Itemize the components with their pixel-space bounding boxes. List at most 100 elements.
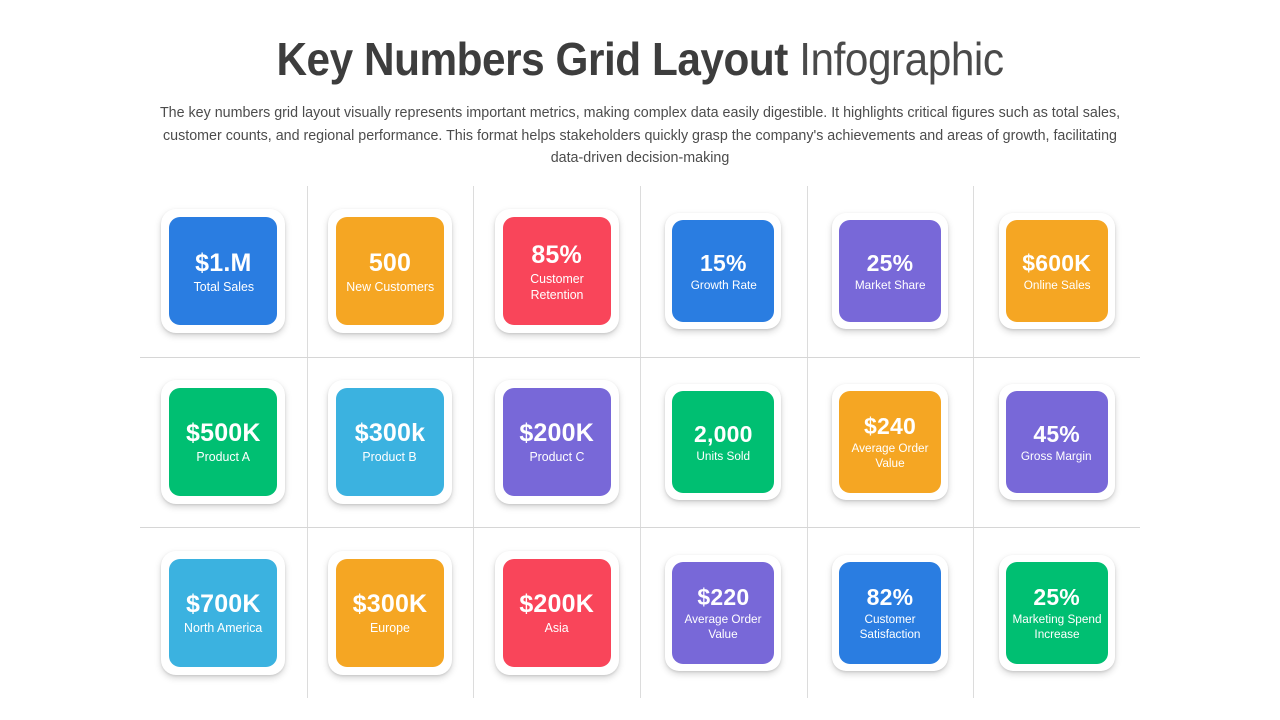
grid-horizontal-divider <box>140 527 1140 528</box>
metric-label: Customer Satisfaction <box>845 612 934 642</box>
grid-cell: 15%Growth Rate <box>640 186 807 357</box>
grid-cell: $220Average Order Value <box>640 527 807 698</box>
metric-label: Europe <box>370 620 410 636</box>
grid-cell: $700KNorth America <box>140 527 307 698</box>
metric-card-body: $300KEurope <box>336 559 444 667</box>
grid-cell: $300KEurope <box>307 527 474 698</box>
metric-value: 82% <box>867 583 914 611</box>
grid-cell: 500New Customers <box>307 186 474 357</box>
metric-card-body: $300kProduct B <box>336 388 444 496</box>
metric-card[interactable]: $220Average Order Value <box>665 555 781 671</box>
metric-card[interactable]: 82%Customer Satisfaction <box>832 555 948 671</box>
metric-card[interactable]: $300KEurope <box>328 551 452 675</box>
metric-card-body: $240Average Order Value <box>839 391 941 493</box>
grid-vertical-divider <box>473 186 474 698</box>
metric-card[interactable]: $700KNorth America <box>161 551 285 675</box>
metric-value: 500 <box>369 248 411 278</box>
grid-cell: $240Average Order Value <box>807 357 974 528</box>
metric-card[interactable]: $200KAsia <box>495 551 619 675</box>
metric-label: Growth Rate <box>690 278 756 293</box>
slide-header: Key Numbers Grid Layout Infographic The … <box>0 28 1280 170</box>
metric-label: Customer Retention <box>509 271 604 303</box>
grid-cell: 25%Marketing Spend Increase <box>973 527 1140 698</box>
metric-card-body: 85%Customer Retention <box>503 217 611 325</box>
metric-label: Product B <box>363 449 417 465</box>
metric-card[interactable]: 15%Growth Rate <box>665 213 781 329</box>
page-subtitle: The key numbers grid layout visually rep… <box>149 102 1130 170</box>
metric-card-body: 25%Market Share <box>839 220 941 322</box>
metric-card[interactable]: $200KProduct C <box>495 380 619 504</box>
metric-card-body: $700KNorth America <box>169 559 277 667</box>
metric-value: $1.M <box>195 248 251 278</box>
metric-value: $300K <box>353 589 428 619</box>
grid-vertical-divider <box>640 186 641 698</box>
grid-cell: 25%Market Share <box>807 186 974 357</box>
metric-card-body: $1.MTotal Sales <box>169 217 277 325</box>
metric-card-body: 82%Customer Satisfaction <box>839 562 941 664</box>
grid-vertical-divider <box>307 186 308 698</box>
page-title-light: Infographic <box>799 33 1003 85</box>
metric-card[interactable]: 85%Customer Retention <box>495 209 619 333</box>
metric-value: 15% <box>700 249 747 277</box>
metric-label: Online Sales <box>1023 278 1090 293</box>
metric-label: Product C <box>529 449 584 465</box>
metric-label: Product A <box>197 449 251 465</box>
metric-card-body: $200KAsia <box>503 559 611 667</box>
metric-label: New Customers <box>346 279 434 295</box>
metric-label: Gross Margin <box>1021 449 1092 464</box>
grid-horizontal-divider <box>140 357 1140 358</box>
metrics-grid-area: $1.MTotal Sales500New Customers85%Custom… <box>140 186 1140 698</box>
metric-card-body: 15%Growth Rate <box>672 220 774 322</box>
metric-value: $700K <box>186 589 261 619</box>
grid-vertical-divider <box>807 186 808 698</box>
grid-cell: $200KAsia <box>473 527 640 698</box>
metric-card[interactable]: 25%Marketing Spend Increase <box>999 555 1115 671</box>
metric-value: $300k <box>355 418 426 448</box>
metric-card[interactable]: 45%Gross Margin <box>999 384 1115 500</box>
page-title: Key Numbers Grid Layout Infographic <box>51 28 1229 90</box>
metric-card[interactable]: $500KProduct A <box>161 380 285 504</box>
metric-value: 2,000 <box>694 420 753 448</box>
grid-cell: 2,000Units Sold <box>640 357 807 528</box>
metric-value: 25% <box>1033 583 1080 611</box>
metric-card[interactable]: 500New Customers <box>328 209 452 333</box>
metric-value: 25% <box>867 249 914 277</box>
grid-cell: $300kProduct B <box>307 357 474 528</box>
metric-card-body: $500KProduct A <box>169 388 277 496</box>
grid-cell: 85%Customer Retention <box>473 186 640 357</box>
metric-card-body: 500New Customers <box>336 217 444 325</box>
metric-label: Total Sales <box>193 279 253 295</box>
metric-card[interactable]: $600KOnline Sales <box>999 213 1115 329</box>
metric-card-body: 25%Marketing Spend Increase <box>1006 562 1108 664</box>
metric-card[interactable]: 25%Market Share <box>832 213 948 329</box>
metric-label: Market Share <box>855 278 926 293</box>
metric-card-body: 2,000Units Sold <box>672 391 774 493</box>
metric-card[interactable]: $1.MTotal Sales <box>161 209 285 333</box>
metric-value: 85% <box>531 240 582 270</box>
metric-value: $200K <box>519 418 594 448</box>
metric-label: Units Sold <box>696 449 750 464</box>
grid-cell: $500KProduct A <box>140 357 307 528</box>
metric-card[interactable]: 2,000Units Sold <box>665 384 781 500</box>
metric-label: Average Order Value <box>679 612 768 642</box>
metric-value: $500K <box>186 418 261 448</box>
metric-card[interactable]: $240Average Order Value <box>832 384 948 500</box>
grid-cell: $600KOnline Sales <box>973 186 1140 357</box>
grid-cell: $200KProduct C <box>473 357 640 528</box>
page-title-strong: Key Numbers Grid Layout <box>276 33 787 85</box>
grid-cell: 82%Customer Satisfaction <box>807 527 974 698</box>
metric-label: North America <box>184 620 262 636</box>
metric-card-body: 45%Gross Margin <box>1006 391 1108 493</box>
grid-cell: $1.MTotal Sales <box>140 186 307 357</box>
metric-value: $600K <box>1022 249 1091 277</box>
grid-cell: 45%Gross Margin <box>973 357 1140 528</box>
metric-value: $220 <box>697 583 749 611</box>
metric-card[interactable]: $300kProduct B <box>328 380 452 504</box>
metric-card-body: $200KProduct C <box>503 388 611 496</box>
infographic-slide: Key Numbers Grid Layout Infographic The … <box>0 0 1280 720</box>
metric-value: 45% <box>1033 420 1080 448</box>
metric-card-body: $220Average Order Value <box>672 562 774 664</box>
metric-label: Average Order Value <box>845 441 934 471</box>
metric-label: Marketing Spend Increase <box>1012 612 1101 642</box>
grid-vertical-divider <box>973 186 974 698</box>
